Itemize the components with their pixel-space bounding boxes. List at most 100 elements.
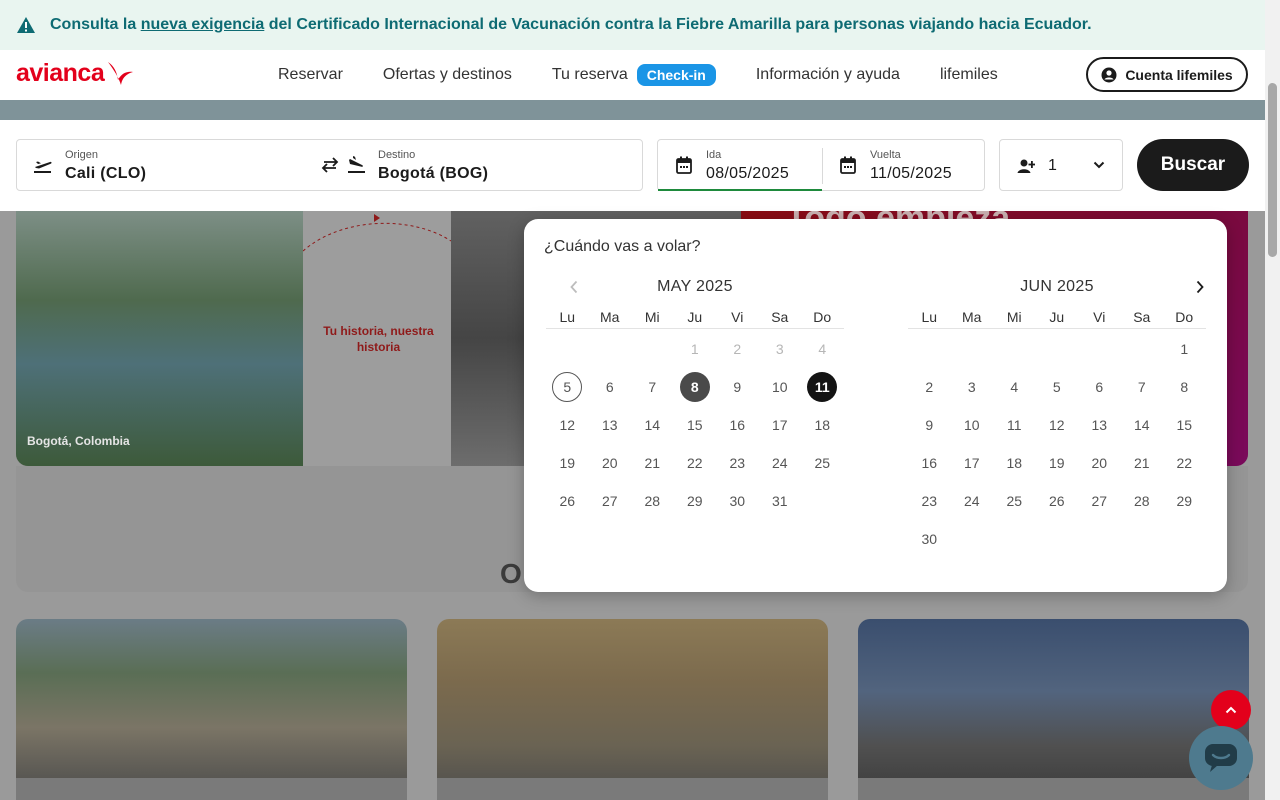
nav-informacion-ayuda[interactable]: Información y ayuda bbox=[756, 66, 900, 84]
calendar-day[interactable]: 14 bbox=[1121, 406, 1164, 444]
calendar-day[interactable]: 23 bbox=[908, 482, 951, 520]
calendar-day[interactable]: 26 bbox=[1036, 482, 1079, 520]
calendar-icon bbox=[676, 156, 692, 174]
empty-day-cell bbox=[1036, 330, 1079, 368]
flight-path-decoration bbox=[303, 214, 451, 252]
calendar-day[interactable]: 31 bbox=[759, 482, 802, 520]
calendar-day[interactable]: 17 bbox=[951, 444, 994, 482]
calendar-day[interactable]: 19 bbox=[546, 444, 589, 482]
nav-reservar[interactable]: Reservar bbox=[278, 66, 343, 84]
calendar-day[interactable]: 21 bbox=[631, 444, 674, 482]
avianca-logo[interactable]: avianca bbox=[16, 58, 134, 88]
calendar-day[interactable]: 8 bbox=[1163, 368, 1206, 406]
calendar-day[interactable]: 30 bbox=[908, 520, 951, 558]
empty-day-cell bbox=[951, 330, 994, 368]
calendar-day[interactable]: 25 bbox=[801, 444, 844, 482]
chevron-up-icon bbox=[1225, 706, 1237, 714]
calendar-day[interactable]: 9 bbox=[716, 368, 759, 406]
calendar-day[interactable]: 27 bbox=[1078, 482, 1121, 520]
calendar-day[interactable]: 20 bbox=[589, 444, 632, 482]
route-field: Origen Cali (CLO) Destino Bogotá (BOG) bbox=[16, 139, 643, 191]
calendar-day[interactable]: 24 bbox=[951, 482, 994, 520]
calendar-day[interactable]: 29 bbox=[674, 482, 717, 520]
calendar-day[interactable]: 18 bbox=[801, 406, 844, 444]
chat-bubble-icon bbox=[1205, 744, 1237, 772]
calendar-day[interactable]: 25 bbox=[993, 482, 1036, 520]
calendar-day[interactable]: 1 bbox=[1163, 330, 1206, 368]
calendar-day[interactable]: 19 bbox=[1036, 444, 1079, 482]
lifemiles-account-button[interactable]: Cuenta lifemiles bbox=[1086, 57, 1248, 92]
empty-day-cell bbox=[631, 330, 674, 368]
destination-card[interactable] bbox=[16, 619, 407, 800]
destination-card[interactable] bbox=[858, 619, 1249, 800]
destination-label: Destino bbox=[378, 149, 416, 161]
calendar-day[interactable]: 16 bbox=[908, 444, 951, 482]
calendar-day[interactable]: 22 bbox=[674, 444, 717, 482]
chat-button[interactable] bbox=[1189, 726, 1253, 790]
calendar-day[interactable]: 8 bbox=[674, 368, 717, 406]
origin-label: Origen bbox=[65, 149, 99, 161]
calendar-day[interactable]: 28 bbox=[1121, 482, 1164, 520]
calendar-day[interactable]: 11 bbox=[801, 368, 844, 406]
new-requirement-link[interactable]: nueva exigencia bbox=[141, 16, 265, 33]
calendar-day[interactable]: 22 bbox=[1163, 444, 1206, 482]
calendar-day[interactable]: 9 bbox=[908, 406, 951, 444]
calendar-day[interactable]: 7 bbox=[631, 368, 674, 406]
calendar-day[interactable]: 21 bbox=[1121, 444, 1164, 482]
calendar-day[interactable]: 13 bbox=[589, 406, 632, 444]
passengers-selector[interactable]: 1 bbox=[999, 139, 1123, 191]
calendar-day[interactable]: 5 bbox=[1036, 368, 1079, 406]
scroll-to-top-button[interactable] bbox=[1211, 690, 1251, 730]
empty-day-cell bbox=[1121, 330, 1164, 368]
calendar-day[interactable]: 18 bbox=[993, 444, 1036, 482]
add-person-icon bbox=[1017, 159, 1035, 173]
calendar-day[interactable]: 24 bbox=[759, 444, 802, 482]
calendar-day[interactable]: 17 bbox=[759, 406, 802, 444]
calendar-day[interactable]: 13 bbox=[1078, 406, 1121, 444]
scrollbar-thumb[interactable] bbox=[1268, 83, 1277, 257]
search-button[interactable]: Buscar bbox=[1137, 139, 1249, 191]
return-date-value: 11/05/2025 bbox=[870, 165, 952, 182]
calendar-day[interactable]: 5 bbox=[546, 368, 589, 406]
calendar-day[interactable]: 3 bbox=[951, 368, 994, 406]
calendar-day[interactable]: 10 bbox=[951, 406, 994, 444]
departure-date-label: Ida bbox=[706, 149, 722, 161]
calendar-day[interactable]: 14 bbox=[631, 406, 674, 444]
swap-arrows-icon[interactable] bbox=[320, 156, 340, 174]
checkin-badge[interactable]: Check-in bbox=[636, 64, 716, 86]
calendar-day[interactable]: 26 bbox=[546, 482, 589, 520]
empty-day-cell bbox=[993, 330, 1036, 368]
calendar-day[interactable]: 11 bbox=[993, 406, 1036, 444]
calendar-day[interactable]: 4 bbox=[993, 368, 1036, 406]
user-icon bbox=[1101, 67, 1117, 82]
calendar-day[interactable]: 15 bbox=[674, 406, 717, 444]
banner-message: Consulta la nueva exigencia del Certific… bbox=[50, 16, 1092, 33]
calendar-day[interactable]: 10 bbox=[759, 368, 802, 406]
calendar-day[interactable]: 27 bbox=[589, 482, 632, 520]
calendar-day[interactable]: 15 bbox=[1163, 406, 1206, 444]
calendar-day[interactable]: 7 bbox=[1121, 368, 1164, 406]
calendar-day[interactable]: 6 bbox=[589, 368, 632, 406]
site-header: avianca Reservar Ofertas y destinos Tu r… bbox=[0, 50, 1265, 100]
destination-card[interactable] bbox=[437, 619, 828, 800]
month-title: JUN 2025 bbox=[1020, 278, 1094, 295]
calendar-day[interactable]: 28 bbox=[631, 482, 674, 520]
date-picker-popup: ¿Cuándo vas a volar? MAY 2025 Lu Ma Mi J… bbox=[524, 219, 1227, 592]
date-divider bbox=[822, 148, 823, 184]
nav-tu-reserva[interactable]: Tu reserva Check-in bbox=[552, 64, 716, 86]
nav-lifemiles[interactable]: lifemiles bbox=[940, 66, 998, 84]
calendar-day[interactable]: 23 bbox=[716, 444, 759, 482]
arrival-plane-icon bbox=[348, 156, 365, 173]
calendar-day[interactable]: 12 bbox=[1036, 406, 1079, 444]
calendar-day[interactable]: 29 bbox=[1163, 482, 1206, 520]
calendar-day[interactable]: 16 bbox=[716, 406, 759, 444]
calendar-day[interactable]: 20 bbox=[1078, 444, 1121, 482]
calendar-day[interactable]: 6 bbox=[1078, 368, 1121, 406]
calendar-day[interactable]: 12 bbox=[546, 406, 589, 444]
page-scrollbar[interactable] bbox=[1265, 0, 1280, 800]
destination-value: Bogotá (BOG) bbox=[378, 165, 489, 182]
nav-ofertas-destinos[interactable]: Ofertas y destinos bbox=[383, 66, 512, 84]
calendar-day[interactable]: 2 bbox=[908, 368, 951, 406]
month-jun-2025: JUN 2025 Lu Ma Mi Ju Vi Sa Do 1234567891… bbox=[908, 219, 1208, 592]
calendar-day[interactable]: 30 bbox=[716, 482, 759, 520]
